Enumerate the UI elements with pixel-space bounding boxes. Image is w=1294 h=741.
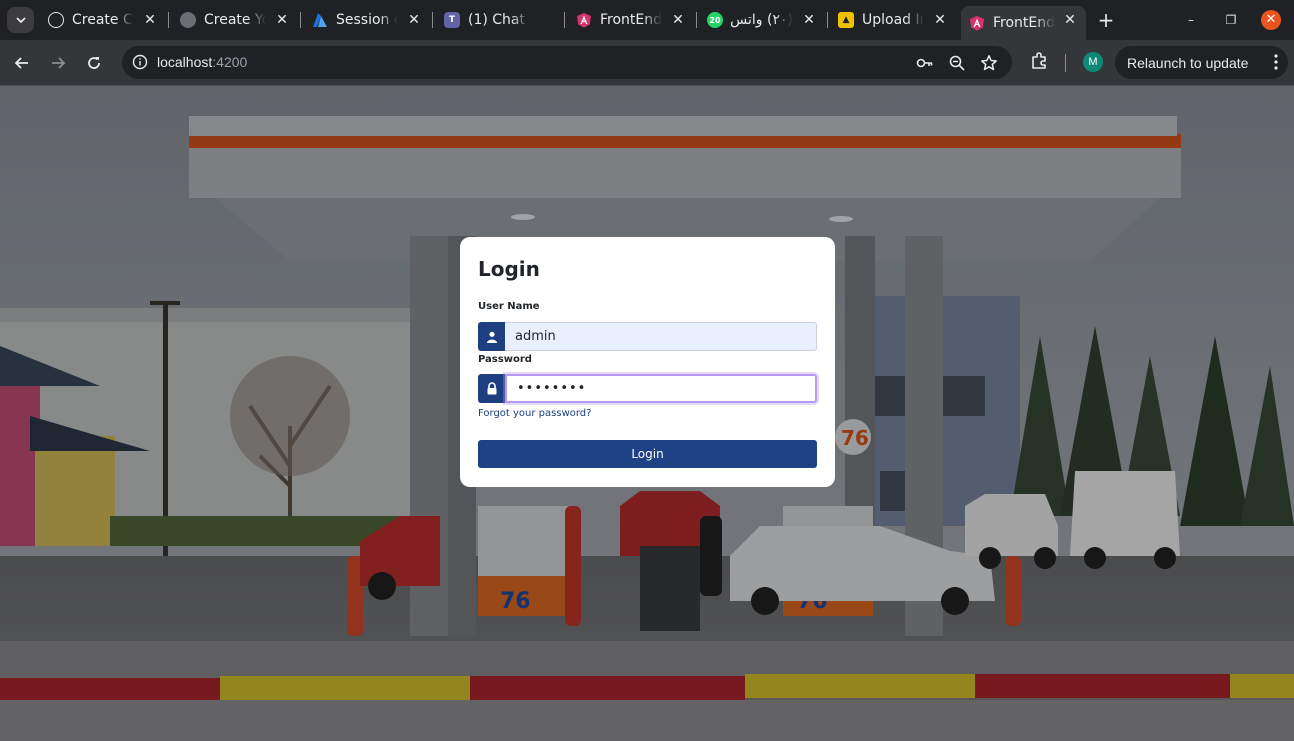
arrow-right-icon [52, 57, 66, 69]
username-field [478, 322, 817, 351]
close-icon[interactable]: ✕ [670, 12, 686, 28]
tab-separator [300, 12, 301, 28]
tab-separator [564, 12, 565, 28]
window-close-button[interactable]: ✕ [1261, 10, 1281, 30]
url-text: localhost:4200 [157, 54, 248, 70]
teams-icon: T [444, 12, 460, 28]
angular-icon [576, 12, 592, 28]
openai-icon [48, 12, 64, 28]
password-input[interactable] [505, 374, 817, 403]
tab-create-yo[interactable]: Create Yo ✕ [180, 6, 290, 34]
tab-separator [827, 12, 828, 28]
more-icon[interactable] [1274, 54, 1278, 70]
star-icon[interactable] [980, 54, 998, 72]
tab-search-button[interactable] [7, 7, 34, 33]
azure-icon [312, 12, 328, 28]
extensions-icon[interactable] [1029, 51, 1049, 71]
username-label: User Name [478, 301, 540, 312]
tab-chat[interactable]: T (1) Chat | [444, 6, 554, 34]
info-icon[interactable] [132, 54, 148, 70]
tab-separator [696, 12, 697, 28]
tab-whatsapp[interactable]: 20 (٢٠) واتس ✕ [707, 6, 817, 34]
upload-icon: ▲ [838, 12, 854, 28]
reload-icon [88, 57, 100, 69]
reload-button[interactable] [82, 51, 106, 75]
arrow-left-icon [14, 57, 28, 69]
close-icon[interactable]: ✕ [406, 12, 422, 28]
username-input[interactable] [505, 322, 817, 351]
zoom-icon[interactable] [948, 54, 966, 72]
whatsapp-icon: 20 [707, 12, 723, 28]
login-card: Login User Name Password Forgot your pas… [460, 237, 835, 487]
user-icon [478, 322, 505, 351]
password-field [478, 374, 817, 403]
tab-separator [168, 12, 169, 28]
tab-separator [432, 12, 433, 28]
toolbar-divider [1065, 54, 1066, 72]
back-button[interactable] [10, 51, 34, 75]
lock-icon [478, 374, 505, 403]
globe-icon [180, 12, 196, 28]
new-tab-button[interactable]: + [1096, 10, 1116, 30]
minimize-button[interactable]: – [1181, 10, 1201, 30]
close-icon[interactable]: ✕ [801, 12, 817, 28]
tab-frontend[interactable]: FrontEnd ✕ [576, 6, 686, 34]
tab-upload[interactable]: ▲ Upload In ✕ [838, 6, 948, 34]
login-button[interactable]: Login [478, 440, 817, 468]
password-label: Password [478, 354, 532, 365]
tab-strip: Create C ✕ Create Yo ✕ Session e ✕ T (1)… [0, 0, 1294, 40]
forgot-password-link[interactable]: Forgot your password? [478, 408, 591, 419]
close-icon[interactable]: ✕ [142, 12, 158, 28]
tab-create-c[interactable]: Create C ✕ [48, 6, 158, 34]
angular-icon [969, 15, 985, 31]
close-icon[interactable]: ✕ [932, 12, 948, 28]
address-bar[interactable]: localhost:4200 [122, 46, 1012, 79]
close-icon[interactable]: ✕ [1062, 12, 1078, 28]
chevron-down-icon [15, 17, 26, 24]
tab-session[interactable]: Session e ✕ [312, 6, 422, 34]
maximize-button[interactable]: ❐ [1221, 10, 1241, 30]
avatar[interactable]: M [1083, 52, 1103, 72]
key-icon[interactable] [916, 54, 934, 72]
relaunch-button[interactable]: Relaunch to update [1115, 46, 1288, 79]
page-content: 76 76 76 Login User Name admin Password … [0, 86, 1294, 741]
close-icon[interactable]: ✕ [274, 12, 290, 28]
tab-frontend-active[interactable]: FrontEnd ✕ [961, 6, 1086, 40]
forward-button[interactable] [46, 51, 70, 75]
login-title: Login [478, 257, 540, 281]
